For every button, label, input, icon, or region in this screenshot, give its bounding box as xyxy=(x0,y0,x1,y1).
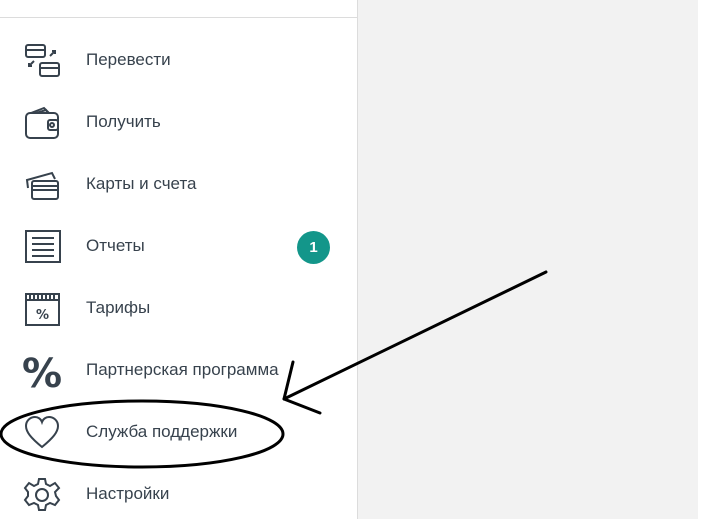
menu-item-cards[interactable]: Карты и счета xyxy=(0,154,357,216)
divider xyxy=(0,17,357,18)
menu-item-label: Партнерская программа xyxy=(86,360,279,379)
cards-icon xyxy=(22,166,62,204)
wallet-icon xyxy=(22,104,62,142)
menu-item-label: Отчеты xyxy=(86,236,145,255)
menu-item-label: Перевести xyxy=(86,50,171,69)
menu-item-label: Тарифы xyxy=(86,298,151,317)
menu-item-transfer[interactable]: Перевести xyxy=(0,30,357,92)
menu-item-label: Служба поддержки xyxy=(86,422,238,441)
percent-icon: % xyxy=(22,352,62,390)
tariff-calendar-icon: % xyxy=(22,290,62,328)
menu-item-support[interactable]: Служба поддержки xyxy=(0,402,357,464)
menu-item-label: Карты и счета xyxy=(86,174,197,193)
menu-item-partner-program[interactable]: % Партнерская программа xyxy=(0,340,357,402)
svg-text:%: % xyxy=(36,308,49,323)
gear-icon xyxy=(22,476,62,514)
heart-icon xyxy=(22,414,62,452)
menu-item-reports[interactable]: Отчеты 1 xyxy=(0,216,357,278)
menu-item-label: Получить xyxy=(86,112,161,131)
report-icon xyxy=(22,228,62,266)
notification-badge: 1 xyxy=(297,231,330,264)
sidebar-menu: Перевести Получить Карты и счета Отчеты … xyxy=(0,0,358,519)
menu-item-label: Настройки xyxy=(86,484,170,503)
menu-item-receive[interactable]: Получить xyxy=(0,92,357,154)
menu-item-settings[interactable]: Настройки xyxy=(0,464,357,526)
menu-item-tariffs[interactable]: % Тарифы xyxy=(0,278,357,340)
transfer-icon xyxy=(22,42,62,80)
main-content-area xyxy=(358,0,698,519)
svg-text:%: % xyxy=(22,352,62,390)
